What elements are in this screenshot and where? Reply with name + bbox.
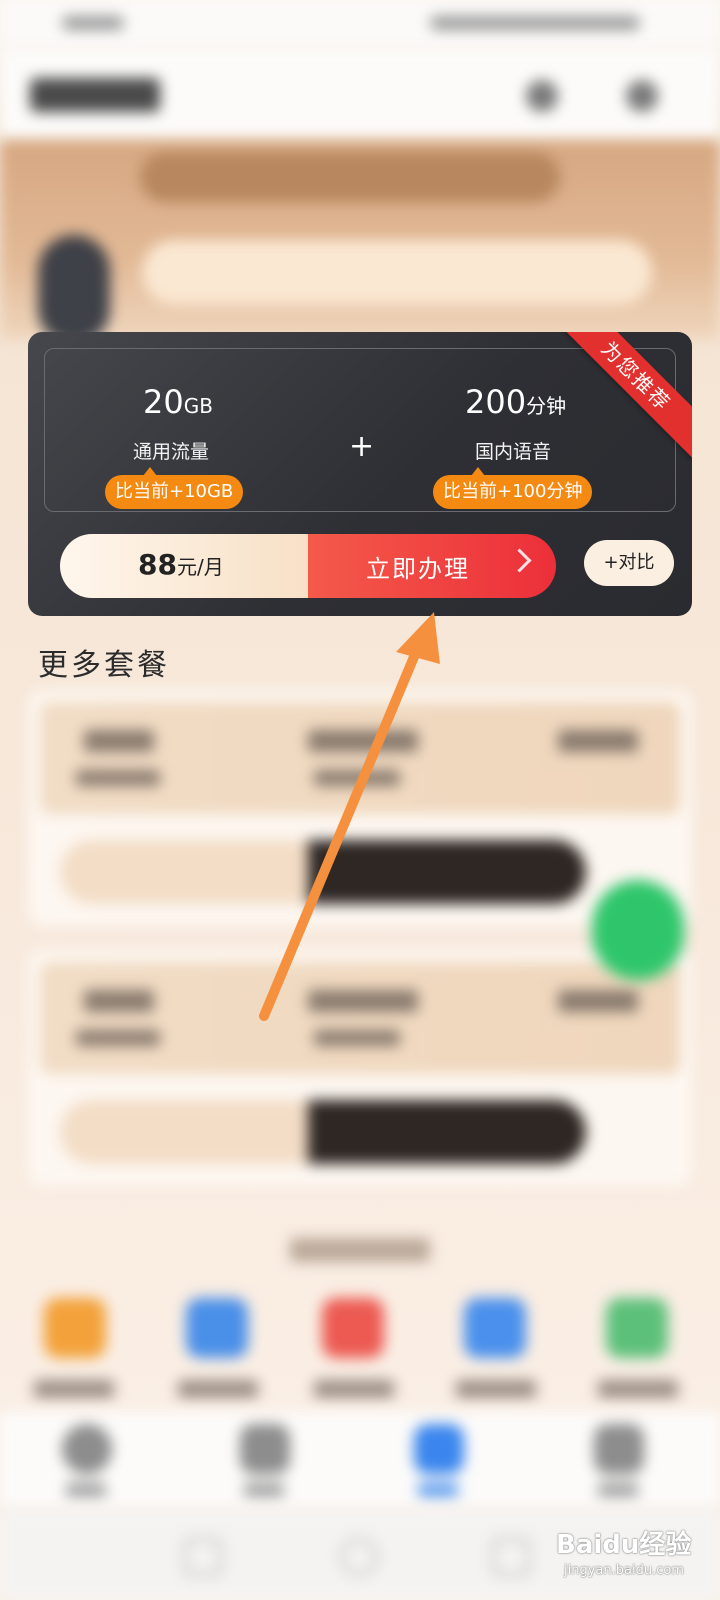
chevron-right-icon xyxy=(507,548,532,573)
data-amount: 20GB xyxy=(143,383,213,421)
home-button-icon[interactable] xyxy=(340,1538,378,1576)
package-nav-icon[interactable] xyxy=(414,1424,464,1474)
mascot-speech-bubble xyxy=(142,240,652,304)
price-display: 88元/月 xyxy=(60,534,310,598)
service-icon[interactable] xyxy=(322,1298,384,1358)
plan-benefits-box: 20GB 通用流量 比当前+10GB + 200分钟 国内语音 比当前+100分… xyxy=(44,348,676,512)
service-nav-icon[interactable] xyxy=(240,1424,290,1474)
service-icon[interactable] xyxy=(186,1298,248,1358)
more-icon[interactable] xyxy=(626,80,658,112)
data-increase-badge: 比当前+10GB xyxy=(105,467,244,509)
apply-now-button[interactable]: 立即办理 xyxy=(308,534,556,598)
data-label: 通用流量 xyxy=(133,441,210,463)
page-title xyxy=(30,78,160,112)
watermark-url: jingyan.baidu.com xyxy=(564,1563,684,1578)
back-icon[interactable] xyxy=(492,1538,530,1576)
package-apply-button[interactable] xyxy=(308,840,586,904)
watermark-brand: Baidu经验 xyxy=(556,1530,692,1560)
app-header xyxy=(0,48,720,140)
home-icon[interactable] xyxy=(62,1424,112,1474)
profile-icon[interactable] xyxy=(594,1424,644,1474)
service-icon[interactable] xyxy=(44,1298,106,1358)
voice-increase-badge: 比当前+100分钟 xyxy=(433,467,593,509)
price-amount: 88 xyxy=(138,548,177,581)
top-banner xyxy=(0,140,720,345)
package-card[interactable] xyxy=(28,950,692,1186)
package-apply-button[interactable] xyxy=(308,1100,586,1164)
plus-sign: + xyxy=(349,429,375,464)
voice-amount: 200分钟 xyxy=(465,383,567,421)
share-icon[interactable] xyxy=(526,80,558,112)
recent-apps-icon[interactable] xyxy=(184,1538,222,1576)
view-more-link[interactable] xyxy=(290,1238,430,1262)
bottom-navigation xyxy=(0,1412,720,1508)
service-icon[interactable] xyxy=(464,1298,526,1358)
package-card[interactable] xyxy=(28,690,692,926)
compare-button[interactable]: +对比 xyxy=(584,540,674,586)
banner-tabs[interactable] xyxy=(140,152,560,202)
service-icon[interactable] xyxy=(606,1298,668,1358)
more-packages-title: 更多套餐 xyxy=(38,648,170,683)
apply-now-label: 立即办理 xyxy=(366,554,470,583)
baidu-watermark: Baidu经验 jingyan.baidu.com xyxy=(556,1524,691,1578)
floating-assistant-button[interactable] xyxy=(592,880,684,980)
price-unit: 元/月 xyxy=(176,555,224,579)
recommended-plan-card: 20GB 通用流量 比当前+10GB + 200分钟 国内语音 比当前+100分… xyxy=(28,332,692,616)
status-bar xyxy=(0,0,720,48)
voice-label: 国内语音 xyxy=(475,441,552,463)
mascot-avatar xyxy=(38,235,110,345)
